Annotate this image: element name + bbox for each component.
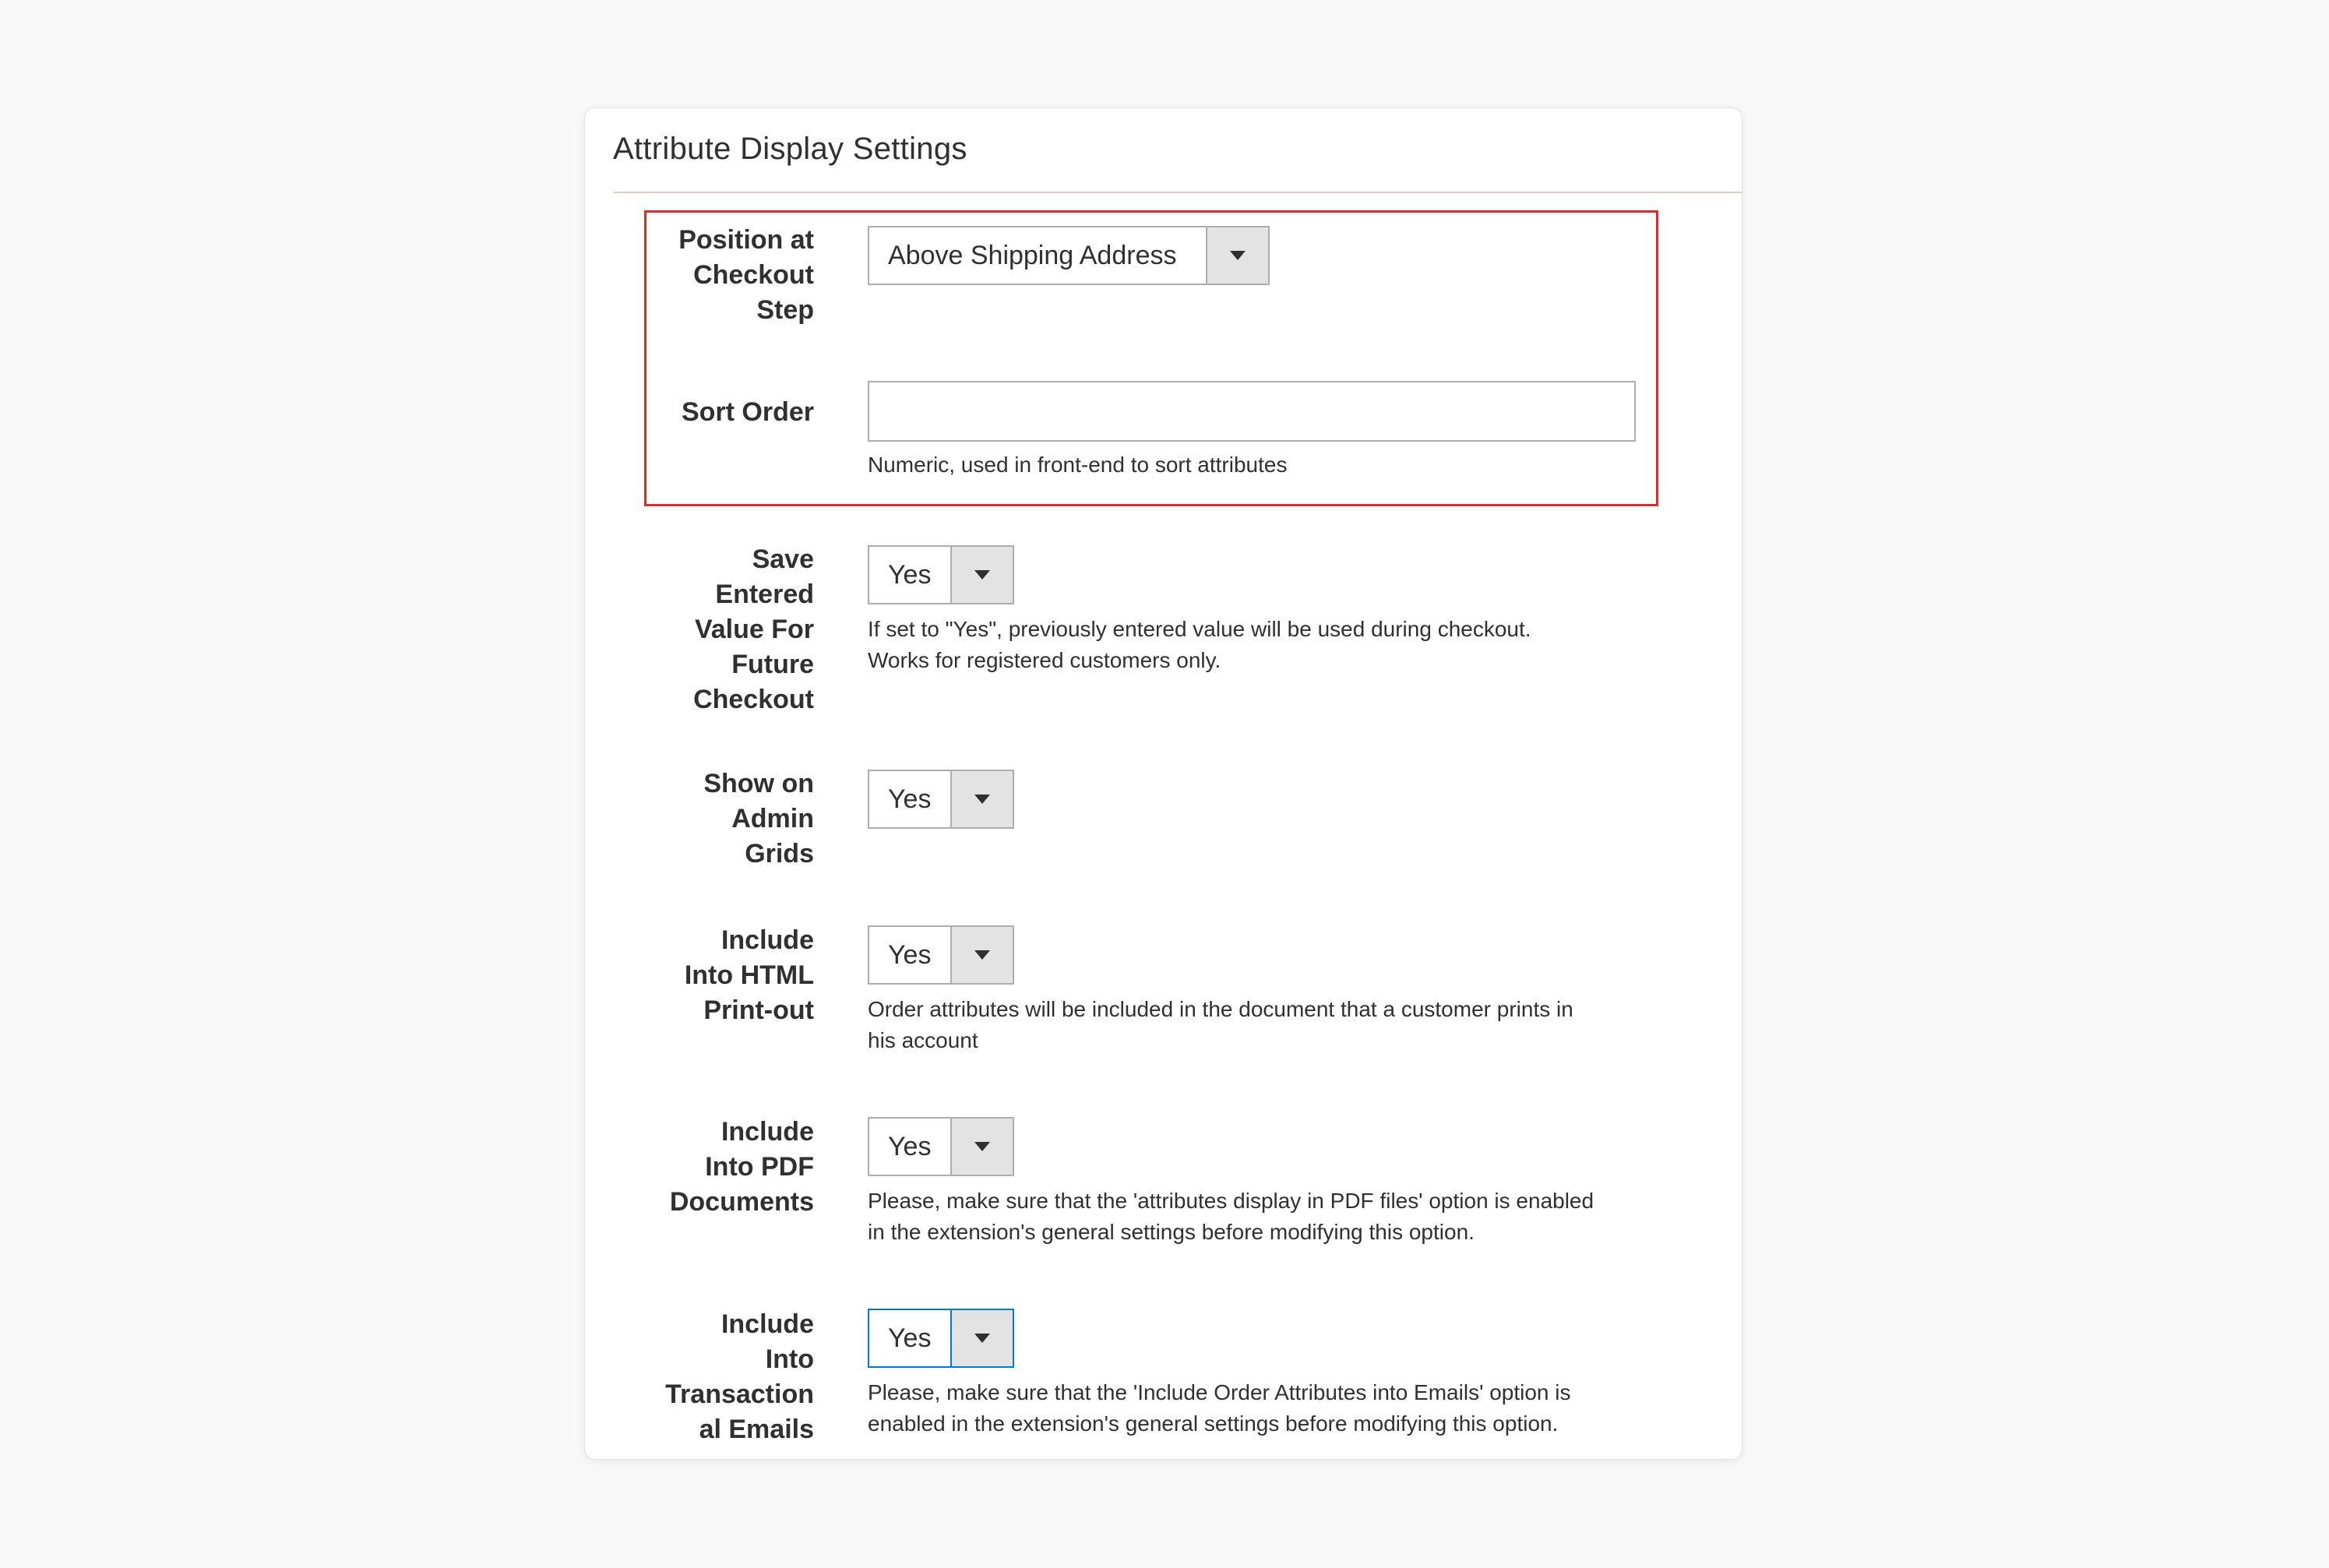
include-pdf-documents-label: Include Into PDF Documents — [669, 1117, 814, 1217]
show-on-admin-grids-select-value: Yes — [888, 784, 932, 814]
sort-order-input[interactable] — [868, 381, 1636, 442]
show-on-admin-grids-label: Show on Admin Grids — [703, 769, 814, 869]
include-transactional-emails-select[interactable]: Yes — [868, 1309, 1014, 1368]
save-entered-value-label: Save Entered Value For Future Checkout — [693, 544, 814, 714]
include-transactional-emails-label: Include Into Transaction al Emails — [665, 1309, 814, 1444]
include-html-printout-select[interactable]: Yes — [868, 925, 1014, 985]
section-divider — [613, 192, 1742, 193]
save-entered-value-select-value: Yes — [888, 559, 932, 590]
section-title: Attribute Display Settings — [613, 132, 967, 166]
include-html-printout-select-value: Yes — [888, 939, 932, 970]
chevron-down-icon[interactable] — [1206, 227, 1268, 284]
save-entered-value-note: If set to "Yes", previously entered valu… — [868, 617, 1531, 672]
include-pdf-documents-select-value: Yes — [888, 1131, 932, 1161]
include-html-printout-note: Order attributes will be included in the… — [868, 997, 1573, 1052]
include-pdf-documents-select[interactable]: Yes — [868, 1117, 1014, 1176]
include-pdf-documents-note: Please, make sure that the 'attributes d… — [868, 1189, 1594, 1244]
position-select[interactable]: Above Shipping Address — [868, 226, 1270, 285]
chevron-down-icon[interactable] — [950, 927, 1013, 983]
save-entered-value-select[interactable]: Yes — [868, 545, 1014, 604]
show-on-admin-grids-select[interactable]: Yes — [868, 770, 1014, 829]
chevron-down-icon[interactable] — [950, 771, 1013, 827]
chevron-down-icon[interactable] — [950, 547, 1013, 603]
chevron-down-icon[interactable] — [950, 1119, 1013, 1175]
position-select-value: Above Shipping Address — [888, 240, 1177, 270]
sort-order-note: Numeric, used in front-end to sort attri… — [868, 453, 1288, 477]
include-transactional-emails-note: Please, make sure that the 'Include Orde… — [868, 1380, 1571, 1436]
include-transactional-emails-select-value: Yes — [888, 1323, 932, 1353]
chevron-down-icon[interactable] — [950, 1310, 1013, 1366]
include-html-printout-label: Include Into HTML Print-out — [684, 925, 814, 1025]
position-label: Position at Checkout Step — [678, 225, 814, 325]
sort-order-label: Sort Order — [681, 397, 814, 427]
